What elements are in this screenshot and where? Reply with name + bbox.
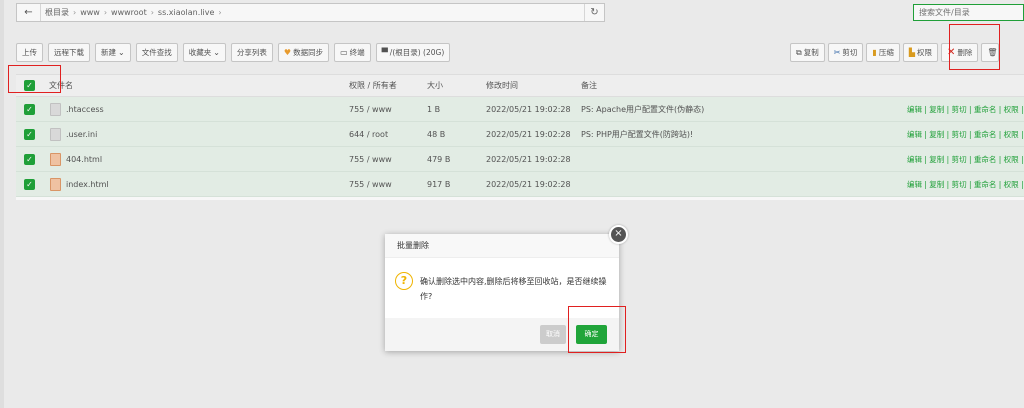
highlight-select-all xyxy=(8,65,61,93)
close-icon[interactable]: × xyxy=(609,225,628,244)
highlight-confirm-button xyxy=(568,306,626,353)
dialog-message: 确认删除选中内容,删除后将移至回收站，是否继续操作? xyxy=(420,277,607,301)
cancel-button[interactable]: 取消 xyxy=(540,325,566,344)
highlight-delete-button xyxy=(949,24,1000,70)
dialog-title: 批量删除 xyxy=(385,234,619,258)
question-icon: ? xyxy=(395,272,413,290)
